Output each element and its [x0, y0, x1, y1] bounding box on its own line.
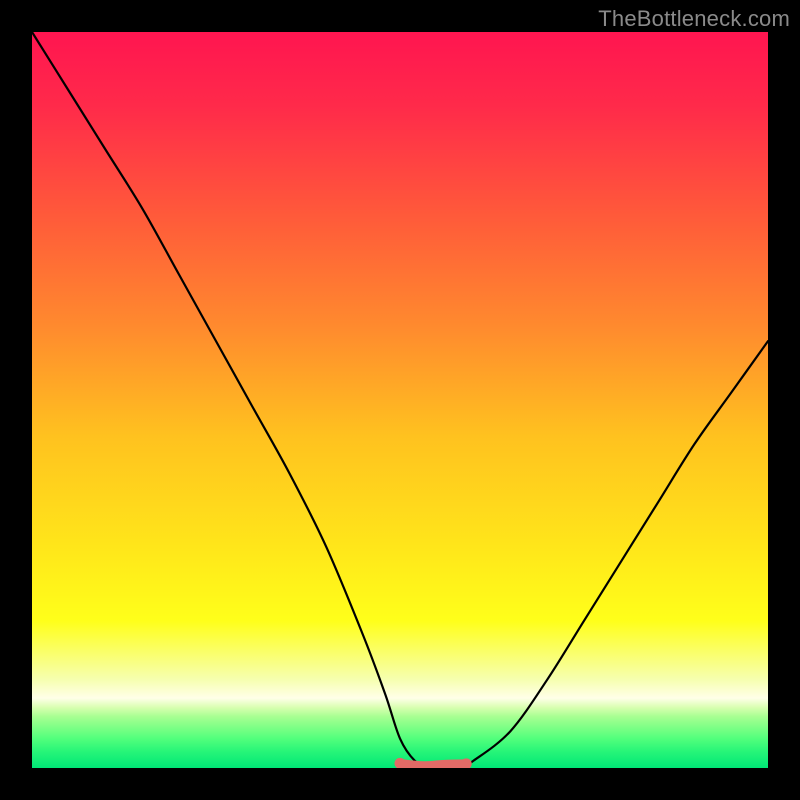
chart-frame: TheBottleneck.com [0, 0, 800, 800]
bottleneck-accent-segment [400, 763, 466, 765]
chart-plot-area [32, 32, 768, 768]
watermark-text: TheBottleneck.com [598, 6, 790, 32]
bottleneck-chart [32, 32, 768, 768]
gradient-background [32, 32, 768, 768]
